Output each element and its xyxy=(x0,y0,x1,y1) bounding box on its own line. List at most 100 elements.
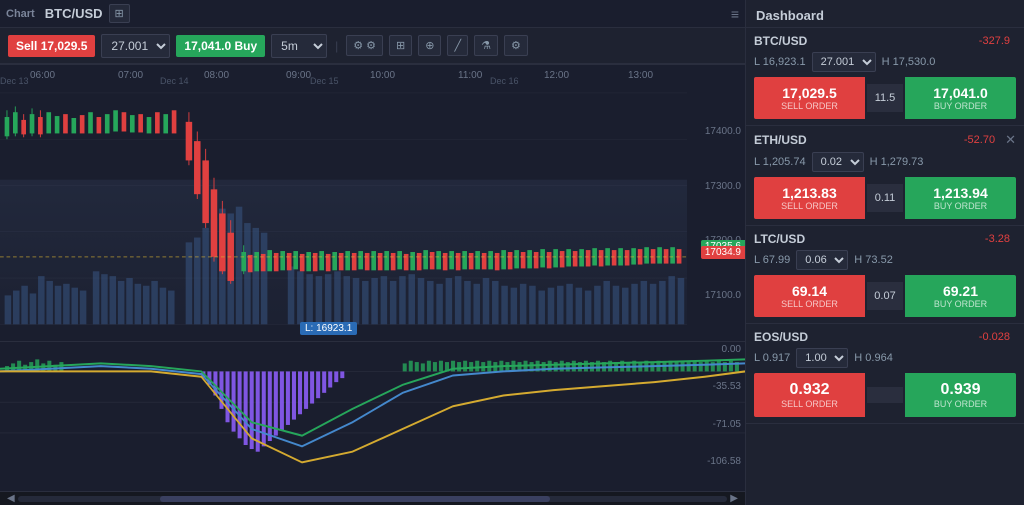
eth-header: ETH/USD -52.70 ✕ xyxy=(754,132,1016,148)
btc-name: BTC/USD xyxy=(754,34,979,48)
ltc-name: LTC/USD xyxy=(754,232,985,246)
line-tool-btn[interactable]: ╱ xyxy=(447,35,468,56)
eth-high-label: H 1,279.73 xyxy=(870,156,924,168)
scroll-track[interactable] xyxy=(18,496,728,502)
indicators-icon-btn[interactable]: ⚙ ⚙ xyxy=(346,35,383,56)
chart-area: Chart BTC/USD ⊞ ≡ Sell 17,029.5 27.001 1… xyxy=(0,0,746,505)
chart-pair: BTC/USD xyxy=(45,6,103,21)
eos-sell-button[interactable]: 0.932SELL ORDER xyxy=(754,373,865,417)
osc-0: 0.00 xyxy=(687,344,745,355)
time-axis: 06:00 07:00 08:00 09:00 10:00 11:00 12:0… xyxy=(0,64,745,86)
current-bid-price: 17034.9 xyxy=(701,246,745,259)
ltc-spread-badge: 0.07 xyxy=(867,282,903,310)
time-1200: 12:00 xyxy=(544,70,569,81)
date-dec16: Dec 16 xyxy=(490,76,519,86)
draw-tool-btn[interactable]: ⊞ xyxy=(389,35,412,56)
eos-spread-select[interactable]: 1.00 xyxy=(796,348,848,368)
instrument-card-ltcusd: LTC/USD -3.28 L 67.99 0.06 H 73.52 69.14… xyxy=(746,226,1024,324)
eos-high-label: H 0.964 xyxy=(854,352,893,364)
time-0900: 09:00 xyxy=(286,70,311,81)
eth-close-icon[interactable]: ✕ xyxy=(1005,132,1016,148)
hamburger-icon[interactable]: ≡ xyxy=(731,6,739,22)
oscillator-area: 0.00 -35.53 -71.05 -106.58 xyxy=(0,341,745,469)
price-17100: 17100.0 xyxy=(687,290,745,301)
ltc-high-label: H 73.52 xyxy=(854,254,893,266)
eos-change: -0.028 xyxy=(979,331,1010,343)
price-17300: 17300.0 xyxy=(687,181,745,192)
scroll-thumb[interactable] xyxy=(160,496,550,502)
eos-header: EOS/USD -0.028 xyxy=(754,330,1016,344)
low-price-label: L: 16923.1 xyxy=(300,322,357,335)
eos-low-high: L 0.917 1.00 H 0.964 xyxy=(754,348,1016,368)
eth-buy-button[interactable]: 1,213.94BUY ORDER xyxy=(905,177,1016,219)
eos-low-label: L 0.917 xyxy=(754,352,790,364)
btc-buttons: 17,029.5SELL ORDER 11.5 17,041.0BUY ORDE… xyxy=(754,77,1016,119)
ask-price-select[interactable]: 27.001 xyxy=(101,34,170,58)
ltc-sell-button[interactable]: 69.14SELL ORDER xyxy=(754,275,865,317)
instrument-card-ethusd: ETH/USD -52.70 ✕ L 1,205.74 0.02 H 1,279… xyxy=(746,126,1024,226)
eth-sell-button[interactable]: 1,213.83SELL ORDER xyxy=(754,177,865,219)
ltc-low-label: L 67.99 xyxy=(754,254,790,266)
btc-change: -327.9 xyxy=(979,35,1010,47)
ltc-buttons: 69.14SELL ORDER 0.07 69.21BUY ORDER xyxy=(754,275,1016,317)
osc-3: -106.58 xyxy=(687,456,745,467)
eth-spread-select[interactable]: 0.02 xyxy=(812,152,864,172)
date-dec14: Dec 14 xyxy=(160,76,189,86)
chart-body: Bitcoin/USDollar, Digital Currency xyxy=(0,64,745,491)
eth-low-high: L 1,205.74 0.02 H 1,279.73 xyxy=(754,152,1016,172)
oscillator-axis: 0.00 -35.53 -71.05 -106.58 xyxy=(687,342,745,469)
date-dec15: Dec 15 xyxy=(310,76,339,86)
btc-spread-select[interactable]: 27.001 xyxy=(812,52,876,72)
dashboard-title: Dashboard xyxy=(746,0,1024,28)
eos-name: EOS/USD xyxy=(754,330,979,344)
btc-low-high: L 16,923.1 27.001 H 17,530.0 xyxy=(754,52,1016,72)
eth-spread-badge: 0.11 xyxy=(867,184,903,212)
price-axis: 17500.0 17400.0 17300.0 17200.0 17100.0 … xyxy=(687,64,745,363)
chart-toolbar: Sell 17,029.5 27.001 17,041.0 Buy 5m1m15… xyxy=(0,28,745,64)
layout-icon-btn[interactable]: ⊞ xyxy=(109,4,130,23)
instrument-card-btcusd: BTC/USD -327.9 L 16,923.1 27.001 H 17,53… xyxy=(746,28,1024,126)
chart-scrollbar[interactable]: ◀ ▶ xyxy=(0,491,745,505)
dashboard-panel: Dashboard BTC/USD -327.9 L 16,923.1 27.0… xyxy=(746,0,1024,505)
oscillator-svg xyxy=(0,342,745,469)
sell-button[interactable]: Sell 17,029.5 xyxy=(8,35,95,57)
eth-low-label: L 1,205.74 xyxy=(754,156,806,168)
btc-high-label: H 17,530.0 xyxy=(882,56,936,68)
btc-header: BTC/USD -327.9 xyxy=(754,34,1016,48)
time-0700: 07:00 xyxy=(118,70,143,81)
osc-2: -71.05 xyxy=(687,419,745,430)
ltc-spread-select[interactable]: 0.06 xyxy=(796,250,848,270)
ltc-buy-button[interactable]: 69.21BUY ORDER xyxy=(905,275,1016,317)
price-17400: 17400.0 xyxy=(687,126,745,137)
eth-change: -52.70 xyxy=(964,134,995,146)
ltc-header: LTC/USD -3.28 xyxy=(754,232,1016,246)
btc-low-label: L 16,923.1 xyxy=(754,56,806,68)
chart-top-bar: Chart BTC/USD ⊞ ≡ xyxy=(0,0,745,28)
time-1300: 13:00 xyxy=(628,70,653,81)
flask-icon-btn[interactable]: ⚗ xyxy=(474,35,498,56)
buy-price-display: 17,041.0 Buy xyxy=(176,35,265,57)
ltc-change: -3.28 xyxy=(985,233,1010,245)
date-dec13: Dec 13 xyxy=(0,76,29,86)
settings-icon-btn[interactable]: ⚙ xyxy=(504,35,528,56)
eos-buttons: 0.932SELL ORDER 0.939BUY ORDER xyxy=(754,373,1016,417)
eth-buttons: 1,213.83SELL ORDER 0.11 1,213.94BUY ORDE… xyxy=(754,177,1016,219)
scroll-right-arrow[interactable]: ▶ xyxy=(727,493,741,504)
eth-name: ETH/USD xyxy=(754,133,964,147)
crosshair-btn[interactable]: ⊕ xyxy=(418,35,441,56)
eos-buy-button[interactable]: 0.939BUY ORDER xyxy=(905,373,1016,417)
btc-sell-button[interactable]: 17,029.5SELL ORDER xyxy=(754,77,865,119)
time-0800: 08:00 xyxy=(204,70,229,81)
time-1100: 11:00 xyxy=(458,70,482,81)
main-chart-svg xyxy=(0,64,687,363)
instrument-card-eosusd: EOS/USD -0.028 L 0.917 1.00 H 0.964 0.93… xyxy=(746,324,1024,424)
chart-label: Chart xyxy=(6,8,35,20)
btc-spread-badge: 11.5 xyxy=(867,84,903,112)
scroll-left-arrow[interactable]: ◀ xyxy=(4,493,18,504)
eos-spread-badge xyxy=(867,387,903,403)
ltc-low-high: L 67.99 0.06 H 73.52 xyxy=(754,250,1016,270)
timeframe-select[interactable]: 5m1m15m1h4h1D xyxy=(271,34,327,58)
osc-1: -35.53 xyxy=(687,381,745,392)
btc-buy-button[interactable]: 17,041.0BUY ORDER xyxy=(905,77,1016,119)
time-1000: 10:00 xyxy=(370,70,395,81)
